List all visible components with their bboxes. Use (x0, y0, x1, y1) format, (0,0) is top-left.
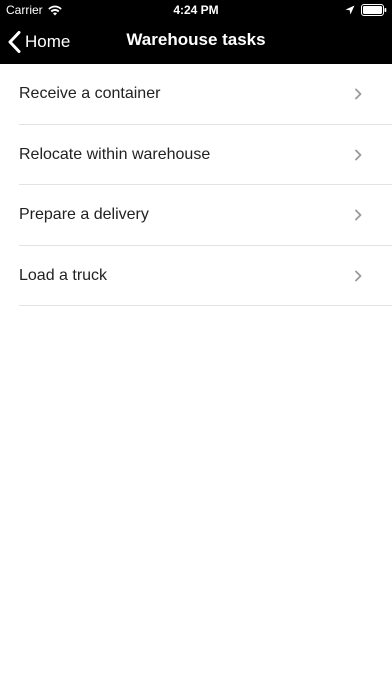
chevron-left-icon (8, 31, 21, 53)
task-label: Prepare a delivery (19, 206, 149, 224)
task-item-receive-container[interactable]: Receive a container (0, 64, 392, 125)
task-list: Receive a container Relocate within ware… (0, 64, 392, 306)
task-item-relocate-within-warehouse[interactable]: Relocate within warehouse (0, 125, 392, 186)
status-time: 4:24 PM (173, 3, 219, 17)
chevron-right-icon (355, 88, 362, 100)
battery-icon (361, 4, 387, 16)
task-label: Relocate within warehouse (19, 145, 211, 163)
status-bar: Carrier 4:24 PM (0, 0, 392, 20)
top-bar: Carrier 4:24 PM Home Warehouse tasks (0, 0, 392, 64)
task-label: Load a truck (19, 266, 108, 284)
back-button[interactable]: Home (8, 20, 70, 64)
app-screen: Carrier 4:24 PM Home Warehouse tasks Rec… (0, 0, 392, 696)
task-item-prepare-delivery[interactable]: Prepare a delivery (0, 185, 392, 246)
chevron-right-icon (355, 149, 362, 161)
task-label: Receive a container (19, 85, 161, 103)
chevron-right-icon (355, 209, 362, 221)
location-icon (345, 5, 355, 15)
status-right (345, 0, 387, 20)
back-button-label: Home (25, 32, 71, 51)
navigation-bar: Home Warehouse tasks (0, 20, 392, 64)
chevron-right-icon (355, 270, 362, 282)
task-item-load-truck[interactable]: Load a truck (0, 246, 392, 307)
